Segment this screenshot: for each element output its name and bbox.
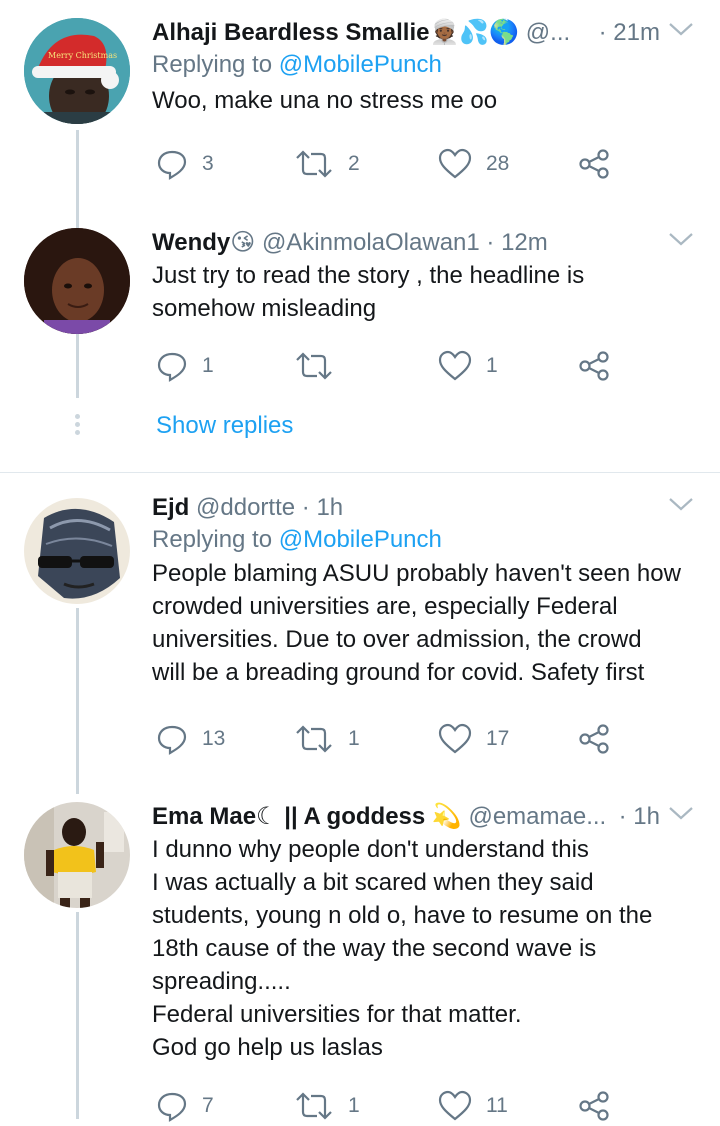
- tweet-text: Woo, make una no stress me oo: [152, 87, 498, 114]
- display-name[interactable]: Ema Mae☾ || A goddess: [152, 803, 425, 830]
- tweet-actions: 7 1 11: [156, 1086, 626, 1126]
- reply-icon: [157, 1092, 187, 1122]
- avatar[interactable]: Merry Christmas: [24, 18, 130, 124]
- retweet-count: 1: [348, 727, 360, 750]
- timestamp[interactable]: · 21m: [594, 17, 660, 49]
- like-icon: [438, 723, 472, 754]
- handle[interactable]: @AkinmolaOlawan1: [262, 229, 480, 256]
- tweet-text: People blaming ASUU probably haven't see…: [152, 560, 681, 686]
- reply-count: 1: [202, 354, 214, 377]
- retweet-button[interactable]: 2: [294, 144, 360, 184]
- thread-dots: [75, 414, 80, 438]
- retweet-button[interactable]: 1: [294, 1086, 360, 1126]
- share-icon: [579, 351, 609, 381]
- retweet-count: 2: [348, 152, 360, 175]
- reply-mention-link[interactable]: @MobilePunch: [279, 51, 442, 78]
- name-emoji: 💫: [431, 803, 462, 830]
- handle[interactable]: @emamae...: [468, 803, 606, 830]
- retweet-icon: [296, 150, 332, 178]
- retweet-button[interactable]: 1: [294, 719, 360, 759]
- like-icon: [438, 148, 472, 179]
- like-button[interactable]: 1: [438, 346, 498, 386]
- like-count: 28: [486, 152, 510, 175]
- tweet-content: Alhaji Beardless Smallie👳🏾💦🌎 @... · 21m …: [152, 17, 704, 117]
- tweet-header: Wendy😘 @AkinmolaOlawan1 · 12m: [152, 227, 704, 259]
- share-icon: [579, 1091, 609, 1121]
- like-button[interactable]: 17: [438, 719, 509, 759]
- reply-count: 13: [202, 727, 226, 750]
- chevron-down-icon[interactable]: [668, 231, 694, 247]
- santa-hat-text: Merry Christmas: [48, 51, 117, 60]
- display-name[interactable]: Wendy: [152, 229, 230, 256]
- tweet-header: Ejd @ddortte · 1h: [152, 492, 704, 524]
- tweet-content: Ema Mae☾ || A goddess 💫 @emamae... · 1h …: [152, 801, 704, 1064]
- handle[interactable]: @...: [526, 19, 570, 46]
- retweet-icon: [296, 725, 332, 753]
- name-emoji: 👳🏾💦🌎: [429, 19, 520, 46]
- reply-icon: [157, 150, 187, 180]
- share-button[interactable]: [578, 1086, 610, 1126]
- tweet-content: Wendy😘 @AkinmolaOlawan1 · 12m Just try t…: [152, 227, 704, 325]
- reply-button[interactable]: 1: [156, 346, 214, 386]
- reply-mention-link[interactable]: @MobilePunch: [279, 526, 442, 553]
- share-icon: [579, 149, 609, 179]
- like-button[interactable]: 28: [438, 144, 509, 184]
- thread-line: [76, 608, 79, 794]
- reply-icon: [157, 725, 187, 755]
- retweet-button[interactable]: [294, 346, 348, 386]
- like-count: 17: [486, 727, 510, 750]
- avatar[interactable]: [24, 498, 130, 604]
- name-emoji: 😘: [230, 229, 256, 256]
- display-name[interactable]: Ejd: [152, 494, 189, 521]
- like-count: 11: [486, 1094, 508, 1117]
- display-name[interactable]: Alhaji Beardless Smallie: [152, 19, 429, 46]
- share-icon: [579, 724, 609, 754]
- reply-count: 3: [202, 152, 214, 175]
- handle[interactable]: @ddortte: [196, 494, 295, 521]
- like-icon: [438, 1090, 472, 1121]
- like-button[interactable]: 11: [438, 1086, 508, 1126]
- reply-count: 7: [202, 1094, 214, 1117]
- tweet-content: Ejd @ddortte · 1h Replying to @MobilePun…: [152, 492, 704, 689]
- like-count: 1: [486, 354, 498, 377]
- chevron-down-icon[interactable]: [668, 496, 694, 512]
- tweet-actions: 3 2 28: [156, 144, 626, 184]
- reply-button[interactable]: 3: [156, 144, 214, 184]
- share-button[interactable]: [578, 719, 610, 759]
- tweet-actions: 13 1 17: [156, 719, 626, 759]
- reply-icon: [157, 352, 187, 382]
- retweet-count: 1: [348, 1094, 360, 1117]
- tweet-text: I dunno why people don't understand this…: [152, 836, 653, 1061]
- avatar[interactable]: [24, 228, 130, 334]
- tweet-header: Ema Mae☾ || A goddess 💫 @emamae... · 1h: [152, 801, 704, 833]
- timestamp[interactable]: · 1h: [614, 801, 660, 833]
- avatar[interactable]: [24, 802, 130, 908]
- share-button[interactable]: [578, 144, 610, 184]
- reply-button[interactable]: 13: [156, 719, 225, 759]
- replying-to: Replying to @MobilePunch: [152, 526, 442, 553]
- show-replies-link[interactable]: Show replies: [156, 412, 293, 440]
- chevron-down-icon[interactable]: [668, 21, 694, 37]
- timestamp[interactable]: · 1h: [302, 494, 343, 521]
- like-icon: [438, 350, 472, 381]
- chevron-down-icon[interactable]: [668, 805, 694, 821]
- divider: [0, 472, 720, 473]
- replying-to: Replying to @MobilePunch: [152, 51, 442, 78]
- tweet-actions: 1 1: [156, 346, 626, 386]
- thread-line: [76, 912, 79, 1119]
- timestamp[interactable]: · 12m: [486, 229, 547, 256]
- share-button[interactable]: [578, 346, 610, 386]
- retweet-icon: [296, 352, 332, 380]
- tweet-text: Just try to read the story , the headlin…: [152, 262, 585, 322]
- retweet-icon: [296, 1092, 332, 1120]
- reply-button[interactable]: 7: [156, 1086, 214, 1126]
- tweet-header: Alhaji Beardless Smallie👳🏾💦🌎 @... · 21m: [152, 17, 704, 49]
